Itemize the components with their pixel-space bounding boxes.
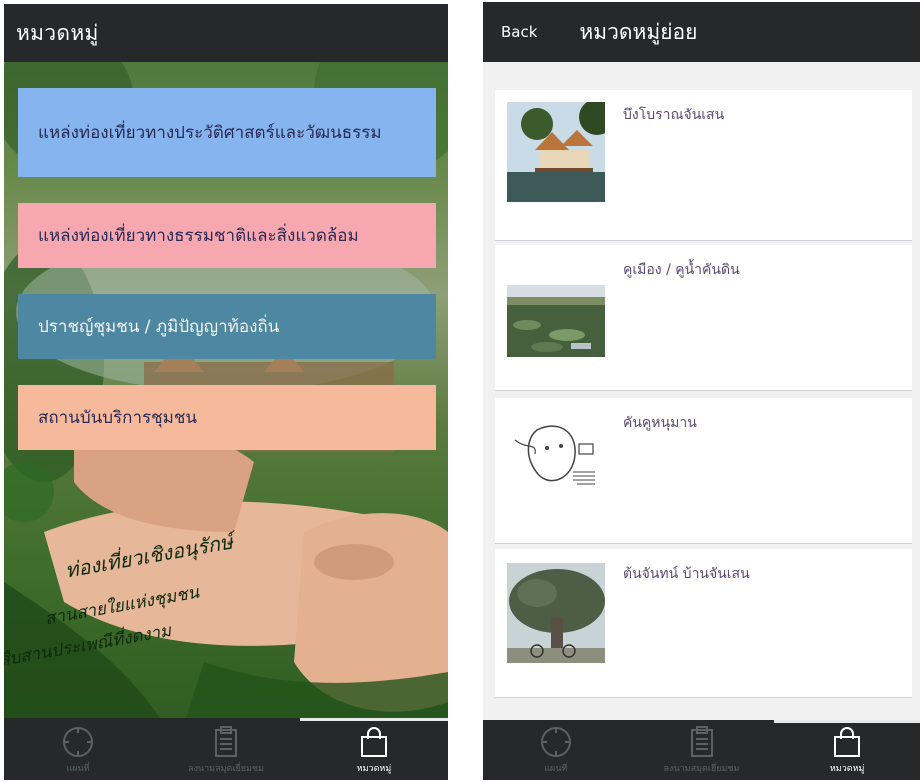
category-label: สถานบันบริการชุมชน: [38, 407, 198, 428]
compass-icon: [63, 727, 93, 757]
category-label: ปราชญ์ชุมชน / ภูมิปัญญาท้องถิ่น: [38, 316, 280, 337]
nav-label: แผนที่: [544, 764, 568, 774]
nav-map[interactable]: แผนที่: [483, 720, 629, 780]
category-community-service-button[interactable]: สถานบันบริการชุมชน: [18, 385, 436, 450]
shopping-bag-icon: [834, 727, 861, 757]
subcategory-screen: Back หมวดหมู่ย่อย บึงโบราณจันเสน คูเมือง…: [483, 2, 920, 780]
category-label: แหล่งท่องเที่ยวทางธรรมชาติและสิ่งแวดล้อม: [38, 225, 359, 246]
list-item[interactable]: ต้นจันทน์ บ้านจันเสน: [495, 549, 912, 698]
back-button[interactable]: Back: [501, 23, 537, 41]
clipboard-icon: [690, 726, 713, 757]
temple-pavilion-photo: [507, 102, 605, 202]
nav-map[interactable]: แผนที่: [4, 718, 152, 780]
nav-guestbook[interactable]: ลงนามสมุดเยี่ยมชม: [152, 718, 300, 780]
nav-label: ลงนามสมุดเยี่ยมชม: [188, 764, 264, 774]
shopping-bag-icon: [361, 727, 387, 757]
hanuman-sketch: [507, 410, 605, 510]
nav-categories[interactable]: หมวดหมู่: [300, 718, 448, 780]
moat-lotus-photo: [507, 285, 605, 357]
clipboard-icon: [215, 726, 237, 757]
category-local-wisdom-button[interactable]: ปราชญ์ชุมชน / ภูมิปัญญาท้องถิ่น: [18, 294, 436, 359]
subcategory-list: บึงโบราณจันเสน คูเมือง / คูน้ำคันดิน คัน…: [483, 62, 920, 720]
bottom-nav: แผนที่ ลงนามสมุดเยี่ยมชม หมวดหมู่: [4, 718, 448, 780]
list-item[interactable]: บึงโบราณจันเสน: [495, 90, 912, 241]
bottom-nav: แผนที่ ลงนามสมุดเยี่ยมชม หมวดหมู่: [483, 720, 920, 780]
item-name: คูเมือง / คูน้ำคันดิน: [623, 262, 740, 278]
nav-guestbook[interactable]: ลงนามสมุดเยี่ยมชม: [629, 720, 775, 780]
app-bar: Back หมวดหมู่ย่อย: [483, 2, 920, 62]
item-name: คันคูหนุมาน: [623, 415, 697, 431]
nav-label: หมวดหมู่: [829, 764, 865, 774]
list-item[interactable]: คันคูหนุมาน: [495, 398, 912, 544]
big-tree-photo: [507, 563, 605, 663]
compass-icon: [540, 727, 571, 757]
app-bar: หมวดหมู่: [4, 4, 448, 62]
category-screen: หมวดหมู่ ท่องเที่ยวเชิงอนุรักษ์ สานสายใย…: [4, 4, 448, 780]
item-name: ต้นจันทน์ บ้านจันเสน: [623, 566, 750, 582]
category-label: แหล่งท่องเที่ยวทางประวัติศาสตร์และวัฒนธร…: [38, 122, 382, 143]
nav-label: ลงนามสมุดเยี่ยมชม: [663, 764, 740, 774]
nav-label: หมวดหมู่: [356, 764, 392, 774]
item-name: บึงโบราณจันเสน: [623, 107, 725, 123]
page-title: หมวดหมู่: [16, 20, 99, 45]
nav-categories[interactable]: หมวดหมู่: [774, 720, 920, 780]
category-history-culture-button[interactable]: แหล่งท่องเที่ยวทางประวัติศาสตร์และวัฒนธร…: [18, 88, 436, 177]
category-nature-environment-button[interactable]: แหล่งท่องเที่ยวทางธรรมชาติและสิ่งแวดล้อม: [18, 203, 436, 268]
nav-label: แผนที่: [66, 764, 90, 774]
list-item[interactable]: คูเมือง / คูน้ำคันดิน: [495, 245, 912, 391]
page-title: หมวดหมู่ย่อย: [579, 19, 698, 44]
